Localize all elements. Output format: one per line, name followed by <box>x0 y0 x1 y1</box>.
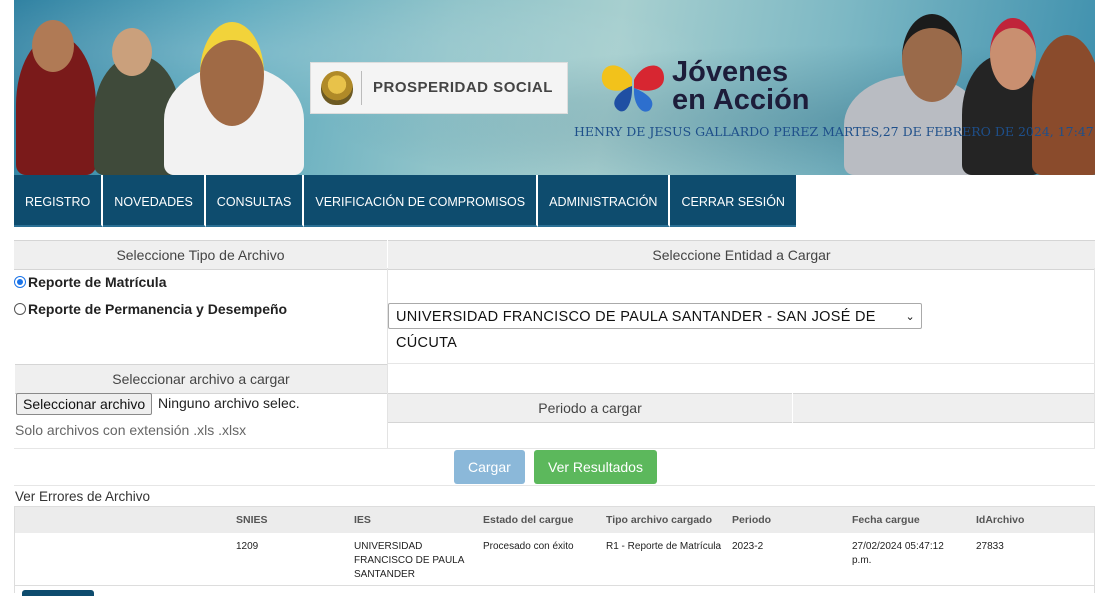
radio-matricula-control[interactable] <box>14 276 26 288</box>
logo-divider <box>361 71 362 105</box>
banner-face-4 <box>902 14 962 102</box>
tipo-archivo-header: Seleccione Tipo de Archivo <box>14 240 387 270</box>
cell-ies-line3: SANTANDER <box>354 569 415 580</box>
results-table-header: SNIES IES Estado del cargue Tipo archivo… <box>14 506 1095 533</box>
program-title: Jóvenes en Acción <box>672 56 810 116</box>
cell-ies-line1: UNIVERSIDAD <box>354 541 423 552</box>
colombia-seal-icon <box>321 71 353 105</box>
nav-consultas[interactable]: CONSULTAS <box>205 175 305 227</box>
chevron-down-icon: ⌄ <box>905 311 915 323</box>
program-title-line2: en Acción <box>672 84 810 116</box>
program-title-line1: Jóvenes <box>672 56 789 88</box>
banner-face-5 <box>990 18 1036 90</box>
cell-periodo: 2023-2 <box>732 541 764 552</box>
main-nav: REGISTRO NOVEDADES CONSULTAS VERIFICACIÓ… <box>14 175 796 227</box>
nav-cerrar-sesion[interactable]: CERRAR SESIÓN <box>670 175 796 227</box>
banner-face-2 <box>112 28 152 76</box>
prosperidad-social-text: PROSPERIDAD SOCIAL <box>373 79 553 96</box>
cell-ies-line2: FRANCISCO DE PAULA <box>354 555 465 566</box>
entidad-select[interactable]: UNIVERSIDAD FRANCISCO DE PAULA SANTANDER… <box>388 303 922 351</box>
results-left-border <box>14 506 15 593</box>
cargar-button[interactable]: Cargar <box>454 450 525 484</box>
banner-face-1 <box>32 20 74 72</box>
banner-person-6 <box>1032 35 1095 175</box>
col-periodo: Periodo <box>732 514 772 526</box>
ver-errores-link[interactable]: Ver Errores de Archivo <box>15 489 150 504</box>
file-status: Ninguno archivo selec. <box>158 395 300 411</box>
radio-permanencia-control[interactable] <box>14 303 26 315</box>
cell-snies: 1209 <box>236 541 259 552</box>
periodo-header: Periodo a cargar <box>388 393 792 423</box>
results-right-border <box>1094 506 1095 593</box>
header-banner: PROSPERIDAD SOCIAL Jóvenes en Acción HEN… <box>14 0 1095 175</box>
file-hint: Solo archivos con extensión .xls .xlsx <box>15 422 247 438</box>
entidad-header: Seleccione Entidad a Cargar <box>388 240 1095 270</box>
butterfly-icon <box>601 65 664 112</box>
periodo-value-cell <box>793 393 1094 423</box>
select-file-button[interactable]: Seleccionar archivo <box>16 393 153 415</box>
nav-registro[interactable]: REGISTRO <box>14 175 104 227</box>
prosperidad-social-logo: PROSPERIDAD SOCIAL <box>310 62 568 114</box>
banner-face-3 <box>200 22 264 126</box>
col-ies: IES <box>354 514 371 526</box>
ver-resultados-button[interactable]: Ver Resultados <box>534 450 657 484</box>
cell-idarchivo: 27833 <box>976 541 1004 552</box>
cell-estado: Procesado con éxito <box>483 541 574 552</box>
row-bottom-line <box>14 585 1095 586</box>
buttons-bottom-line <box>14 485 1095 486</box>
radio-matricula-label: Reporte de Matrícula <box>28 274 167 290</box>
cell-fecha-line1: 27/02/2024 05:47:12 <box>852 541 944 552</box>
entidad-select-value: UNIVERSIDAD FRANCISCO DE PAULA SANTANDER… <box>396 309 876 351</box>
col-estado: Estado del cargue <box>483 514 574 526</box>
user-datetime: HENRY DE JESUS GALLARDO PEREZ MARTES,27 … <box>574 124 1094 139</box>
archivo-header: Seleccionar archivo a cargar <box>15 364 387 394</box>
nav-novedades[interactable]: NOVEDADES <box>103 175 206 227</box>
radio-permanencia-label: Reporte de Permanencia y Desempeño <box>28 301 288 317</box>
cell-fecha-line2: p.m. <box>852 555 872 566</box>
cell-tipo: R1 - Reporte de Matrícula <box>606 541 722 552</box>
radio-permanencia[interactable]: Reporte de Permanencia y Desempeño <box>14 301 287 317</box>
col-fecha: Fecha cargue <box>852 514 920 526</box>
col-idarchivo: IdArchivo <box>976 514 1025 526</box>
col-snies: SNIES <box>236 514 268 526</box>
nav-verificacion[interactable]: VERIFICACIÓN DE COMPROMISOS <box>304 175 539 227</box>
col-tipo: Tipo archivo cargado <box>606 514 712 526</box>
nav-administracion[interactable]: ADMINISTRACIÓN <box>538 175 671 227</box>
right-border <box>1094 268 1095 448</box>
bottom-button-partial[interactable] <box>22 590 94 596</box>
row-divider <box>388 363 1095 364</box>
radio-matricula[interactable]: Reporte de Matrícula <box>14 274 166 290</box>
buttons-top-line <box>14 448 1095 449</box>
